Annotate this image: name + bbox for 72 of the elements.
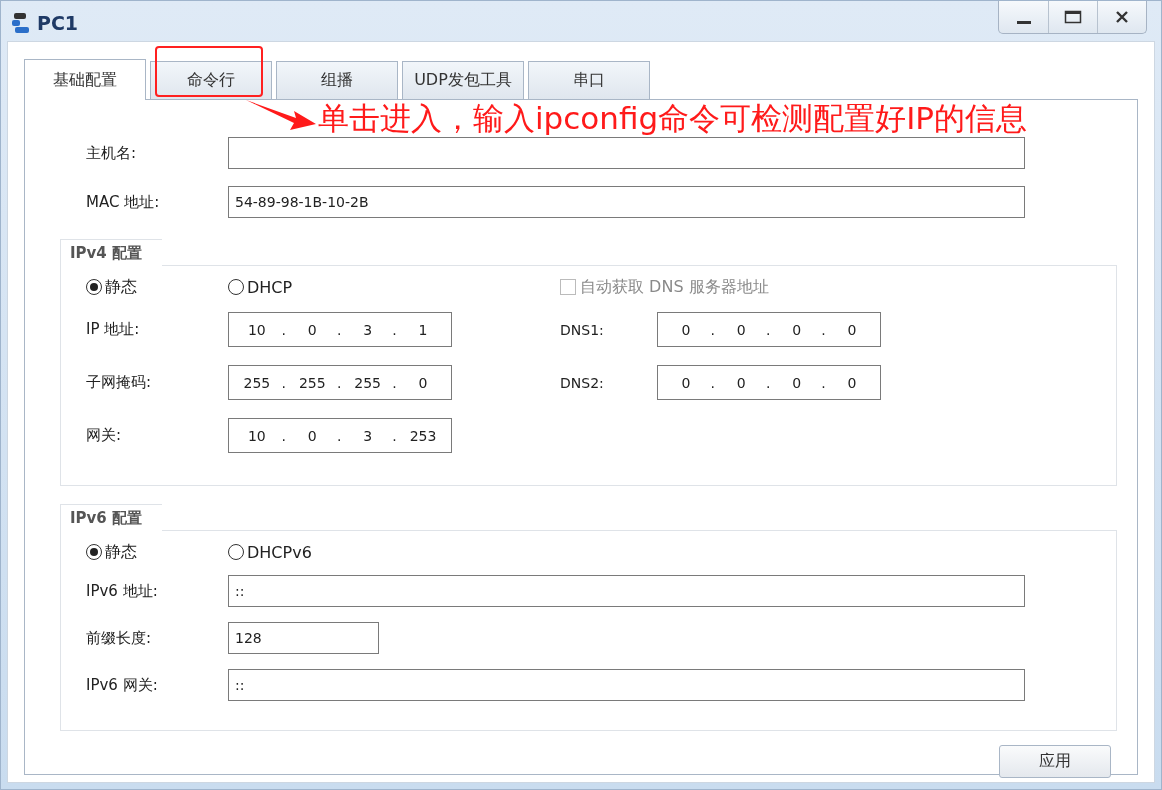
group-title: IPv6 配置 (60, 504, 162, 531)
radio-option[interactable]: 静态 (86, 541, 228, 563)
field-label: IPv6 地址: (86, 581, 159, 601)
minimize-icon (1016, 20, 1031, 24)
annotation-text: 单击进入，输入ipconfig命令可检测配置好IP的信息 (318, 99, 1027, 138)
field-label: IPv6 网关: (86, 675, 159, 695)
field-label: 网关: (86, 426, 123, 445)
octet-value: 253 (408, 427, 438, 444)
tab[interactable]: 组播 (276, 61, 398, 99)
tab[interactable]: UDP发包工具 (402, 61, 524, 99)
octet-separator: . (336, 374, 343, 391)
radio-option[interactable]: DHCP (228, 277, 370, 297)
tab[interactable]: 基础配置 (24, 59, 146, 100)
octet-separator: . (821, 374, 827, 391)
octet-value: 0 (306, 427, 318, 444)
octet-value: 0 (846, 321, 858, 338)
octet-value: 255 (242, 374, 272, 391)
octet-value: 3 (362, 427, 374, 444)
octet-separator: . (765, 374, 772, 391)
octet-separator: . (765, 321, 772, 338)
field-label: DNS2: (560, 374, 605, 391)
octet-value: 0 (417, 374, 429, 391)
field-label: 前缀长度: (86, 628, 153, 648)
octet-separator: . (336, 427, 343, 444)
octet-value: 0 (735, 321, 747, 338)
input-field[interactable]: 54-89-98-1B-10-2B (228, 186, 1025, 218)
octet-value: 0 (735, 374, 747, 391)
octet-value: 0 (791, 374, 803, 391)
octet-value: 255 (353, 374, 382, 391)
input-field[interactable] (228, 137, 1025, 169)
octet-separator: . (392, 321, 398, 338)
field-label: 子网掩码: (86, 373, 153, 392)
octet-separator: . (710, 374, 716, 391)
octet-value: 0 (846, 374, 858, 391)
input-field[interactable]: :: (228, 575, 1025, 607)
radio-option[interactable]: DHCPv6 (228, 542, 370, 562)
octet-separator: . (281, 374, 287, 391)
ip-address-field[interactable]: 0 . 0 . 0 . 0 (657, 312, 881, 347)
ip-address-field[interactable]: 255 . 255 . 255 . 0 (228, 365, 452, 400)
octet-value: 255 (297, 374, 327, 391)
octet-separator: . (392, 427, 398, 444)
octet-value: 0 (791, 321, 803, 338)
input-field[interactable]: :: (228, 669, 1025, 701)
octet-separator: . (821, 321, 827, 338)
group-title: IPv4 配置 (60, 239, 162, 266)
octet-value: 10 (246, 321, 267, 338)
octet-value: 10 (246, 427, 267, 444)
octet-value: 0 (306, 321, 318, 338)
octet-value: 3 (362, 321, 374, 338)
maximize-icon (1063, 9, 1083, 25)
octet-separator: . (336, 321, 343, 338)
octet-value: 0 (680, 321, 692, 338)
field-label: IP 地址: (86, 320, 141, 339)
field-label: DNS1: (560, 321, 605, 338)
input-field[interactable]: 128 (228, 622, 379, 654)
octet-value: 0 (680, 374, 692, 391)
octet-separator: . (281, 321, 287, 338)
tab[interactable]: 命令行 (150, 61, 272, 99)
apply-button[interactable]: 应用 (999, 745, 1111, 778)
tab[interactable]: 串口 (528, 61, 650, 99)
field-label: 主机名: (86, 143, 138, 163)
octet-value: 1 (417, 321, 429, 338)
ip-address-field[interactable]: 10 . 0 . 3 . 1 (228, 312, 452, 347)
ip-address-field[interactable]: 0 . 0 . 0 . 0 (657, 365, 881, 400)
window-title: PC1 (37, 12, 79, 34)
octet-separator: . (392, 374, 398, 391)
field-label: MAC 地址: (86, 192, 161, 212)
radio-option[interactable]: 静态 (86, 276, 228, 298)
ip-address-field[interactable]: 10 . 0 . 3 . 253 (228, 418, 452, 453)
octet-separator: . (710, 321, 716, 338)
octet-separator: . (281, 427, 287, 444)
close-icon (1114, 9, 1130, 25)
